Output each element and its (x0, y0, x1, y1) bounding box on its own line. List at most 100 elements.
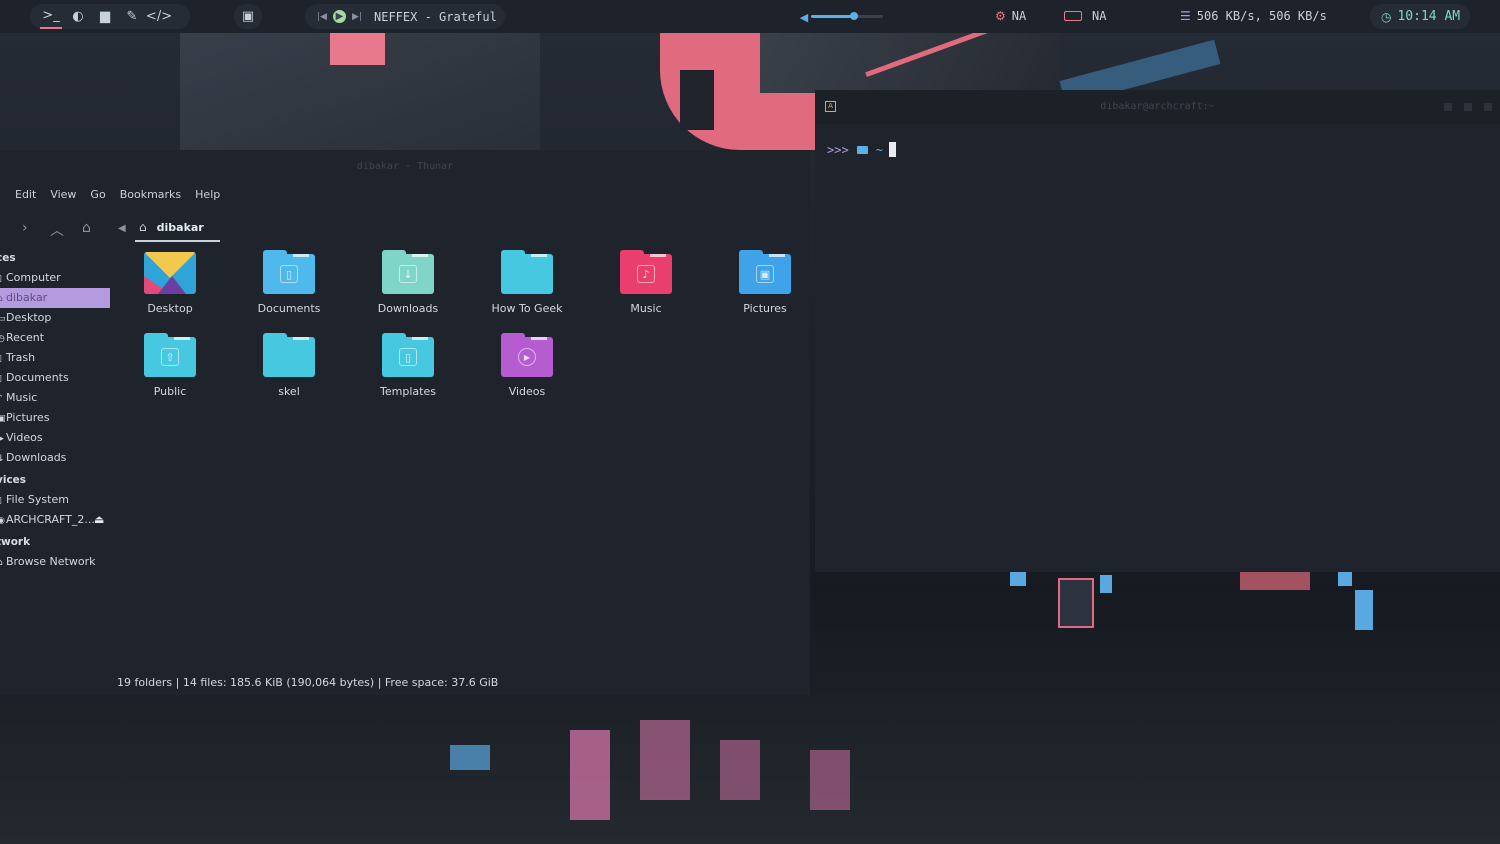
home-icon[interactable]: ⌂ (82, 220, 91, 236)
menu-bookmarks[interactable]: Bookmarks (120, 188, 181, 206)
menu-view[interactable]: View (50, 188, 76, 206)
file-item-downloads[interactable]: ↓ Downloads (358, 250, 458, 315)
file-item-how-to-geek[interactable]: How To Geek (477, 250, 577, 315)
launcher-group: >_ ◐ ▆ ✎ </> (30, 4, 190, 29)
folder-glyph: ▯ (399, 348, 417, 366)
temperature-icon: ⚙ (995, 9, 1006, 23)
sidebar-item-computer[interactable]: ▯Computer (0, 268, 110, 288)
close-button[interactable] (1484, 103, 1492, 111)
top-bar: >_ ◐ ▆ ✎ </> ▣ |◀ ▶ ▶| NEFFEX - Grateful… (0, 0, 1500, 33)
editor-icon[interactable]: ✎ (121, 6, 143, 28)
text-cursor (888, 142, 896, 157)
menu-help[interactable]: Help (195, 188, 220, 206)
prompt-dir: ~ (875, 142, 883, 157)
file-item-pictures[interactable]: ▣ Pictures (715, 250, 815, 315)
forward-icon[interactable]: › (22, 220, 28, 236)
folder-glyph: ↓ (399, 265, 417, 283)
files-icon[interactable]: ▆ (94, 6, 116, 28)
folder-strip (293, 337, 309, 340)
terminal-icon[interactable]: >_ (40, 5, 62, 29)
sidebar-item-downloads[interactable]: ↓Downloads (0, 448, 110, 468)
clock[interactable]: ◷ 10:14 AM (1370, 4, 1470, 29)
folder-icon (501, 250, 553, 294)
network-value: 506 KB/s, 506 KB/s (1196, 9, 1327, 23)
desktop-icon (144, 250, 196, 294)
network-icon: ☰ (1180, 9, 1191, 23)
sidebar-item-videos[interactable]: ▶ Videos (0, 428, 110, 448)
sidebar-item-archcraft-2[interactable]: ◉ARCHCRAFT_2... ⏏ (0, 510, 110, 530)
volume-fill (811, 15, 855, 18)
sidebar-item-trash[interactable]: ▯Trash (0, 348, 110, 368)
code-icon[interactable]: </> (146, 6, 172, 28)
eject-icon[interactable]: ⏏ (94, 510, 104, 530)
status-bar: 19 folders | 14 files: 185.6 KiB (190,06… (117, 676, 499, 689)
sidebar-item-icon: ▯ (0, 491, 5, 510)
path-label: dibakar (156, 220, 204, 234)
sidebar-item-label: dibakar (6, 291, 48, 304)
terminal-title: dibakar@archcraft:~ (815, 90, 1500, 124)
battery-value: NA (1092, 9, 1107, 23)
file-item-music[interactable]: ♪ Music (596, 250, 696, 315)
previous-icon[interactable]: |◀ (311, 6, 333, 28)
file-item-videos[interactable]: ▶ Videos (477, 333, 577, 398)
sidebar-item-label: Computer (6, 271, 61, 284)
maximize-button[interactable] (1464, 103, 1472, 111)
file-manager-window: dibakar - Thunar Edit View Go Bookmarks … (0, 150, 810, 695)
folder-body: ▶ (501, 337, 553, 377)
minimize-button[interactable] (1444, 103, 1452, 111)
sidebar-item-icon: ◷ (0, 334, 5, 344)
folder-strip (293, 254, 309, 257)
menu-edit[interactable]: Edit (15, 188, 36, 206)
sidebar-item-documents[interactable]: ▯Documents (0, 368, 110, 388)
file-item-label: Music (630, 302, 662, 315)
folder-strip (531, 254, 547, 257)
sidebar-item-file-system[interactable]: ▯File System (0, 490, 110, 510)
folder-body (263, 337, 315, 377)
sidebar-item-music[interactable]: ♪Music (0, 388, 110, 408)
path-left-icon[interactable]: ◀ (118, 223, 126, 234)
file-item-label: Public (153, 385, 187, 398)
file-item-documents[interactable]: ▯ Documents (239, 250, 339, 315)
play-icon[interactable]: ▶ (333, 10, 346, 23)
up-icon[interactable]: ︿ (50, 220, 64, 240)
volume-knob[interactable] (850, 12, 859, 20)
file-item-public[interactable]: ⇧ Public (120, 333, 220, 398)
sidebar-item-pictures[interactable]: ▣Pictures (0, 408, 110, 428)
folder-body: ▯ (382, 337, 434, 377)
folder-glyph: ▣ (756, 265, 774, 283)
file-item-label: Desktop (147, 302, 193, 315)
sidebar-item-recent[interactable]: ◷Recent (0, 328, 110, 348)
sidebar-item-desktop[interactable]: ▭Desktop (0, 308, 110, 328)
sidebar-item-icon: ▶ (0, 434, 4, 444)
folder-strip (174, 337, 190, 340)
file-item-desktop[interactable]: Desktop (120, 250, 220, 315)
document-icon: ▯ (263, 250, 315, 294)
folder-strip (412, 254, 428, 257)
sidebar-item-icon: ◉ (0, 516, 5, 526)
folder-glyph: ▶ (518, 348, 536, 366)
sidebar: ces ▯Computer⌂dibakar▭Desktop◷Recent▯Tra… (0, 248, 110, 572)
sidebar-item-label: Music (6, 391, 38, 404)
sidebar-item-icon: ▯ (0, 349, 5, 368)
folder-strip (531, 337, 547, 340)
sidebar-item-label: Downloads (6, 451, 67, 464)
navigation-bar: › ︿ ⌂ ◀ ⌂ dibakar (0, 214, 810, 242)
menu-go[interactable]: Go (90, 188, 105, 206)
sidebar-item-browse-network[interactable]: ⌂Browse Network (0, 552, 110, 572)
terminal-prompt[interactable]: >>> ~ (827, 142, 896, 157)
network-header: twork (0, 536, 31, 548)
sidebar-item-icon: ▯ (0, 269, 5, 288)
prompt-arrows: >>> (827, 142, 849, 157)
clipboard-button[interactable]: ▣ (234, 4, 262, 29)
browser-icon[interactable]: ◐ (67, 6, 89, 28)
clipboard-icon: ▣ (241, 9, 255, 24)
clock-value: 10:14 AM (1397, 9, 1461, 24)
file-item-skel[interactable]: skel (239, 333, 339, 398)
sidebar-item-dibakar[interactable]: ⌂dibakar (0, 288, 110, 308)
volume-control[interactable]: ◀ (793, 9, 893, 25)
file-item-label: Downloads (377, 302, 439, 315)
next-icon[interactable]: ▶| (346, 6, 368, 28)
terminal-window[interactable]: dibakar@archcraft:~ A >>> ~ (815, 90, 1500, 572)
path-button[interactable]: ⌂ dibakar (135, 214, 220, 242)
file-item-templates[interactable]: ▯ Templates (358, 333, 458, 398)
